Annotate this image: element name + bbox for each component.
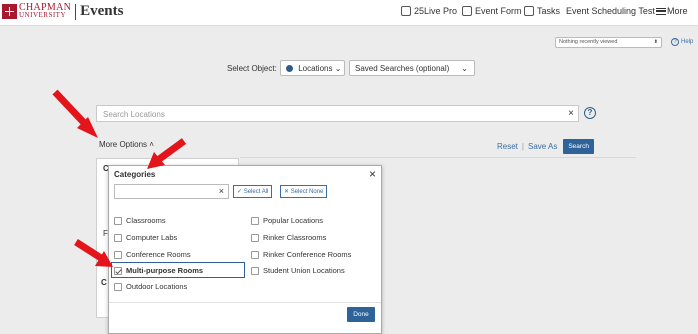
nav-more-label: More [667, 6, 688, 16]
recently-viewed-value: Nothing recently viewed [559, 39, 618, 45]
annotation-arrow-more-options [52, 89, 98, 138]
brand-logo[interactable]: CHAPMAN UNIVERSITY Events [2, 3, 123, 20]
search-button[interactable]: Search [563, 139, 594, 154]
brand-wordmark: CHAPMAN UNIVERSITY [19, 2, 72, 19]
nav-25live-pro[interactable]: 25Live Pro [401, 6, 457, 16]
search-help-icon[interactable]: ? [584, 107, 596, 119]
chevron-down-icon: ⌄ [334, 64, 342, 73]
help-label: Help [681, 39, 694, 45]
brand-line2: UNIVERSITY [19, 11, 66, 19]
recently-viewed-select[interactable]: Nothing recently viewed ⬍ [555, 37, 662, 48]
category-rinker-conference-rooms[interactable]: Rinker Conference Rooms [251, 250, 351, 259]
help-link[interactable]: ? Help [671, 38, 693, 46]
brand-separator [75, 3, 77, 20]
saved-searches-value: Saved Searches (optional) [355, 64, 450, 73]
category-label: Conference Rooms [126, 250, 191, 259]
checkbox[interactable] [114, 250, 122, 259]
x-icon: ✕ [284, 189, 291, 195]
chevron-down-icon: ⌄ [461, 64, 468, 73]
nav-event-form[interactable]: Event Form [462, 6, 522, 16]
done-button[interactable]: Done [347, 307, 375, 322]
category-label: Outdoor Locations [126, 282, 188, 291]
search-placeholder: Search Locations [103, 110, 165, 119]
nav-pro-label: 25Live Pro [414, 6, 458, 16]
category-popular-locations[interactable]: Popular Locations [251, 216, 323, 225]
category-conference-rooms[interactable]: Conference Rooms [114, 250, 191, 259]
category-label: Computer Labs [126, 233, 178, 242]
modal-footer-divider [109, 302, 381, 303]
category-label: Multi-purpose Rooms [126, 266, 204, 275]
saved-searches-dropdown[interactable]: Saved Searches (optional) ⌄ [349, 60, 475, 76]
nav-more[interactable]: More [656, 6, 688, 16]
close-icon[interactable]: × [369, 167, 376, 181]
search-locations-input[interactable]: Search Locations × [96, 105, 579, 122]
category-label: Popular Locations [263, 216, 324, 225]
category-computer-labs[interactable]: Computer Labs [114, 233, 177, 242]
checkbox[interactable] [251, 250, 259, 259]
action-separator: | [521, 142, 524, 151]
panel-peek-text: C [101, 278, 107, 287]
checkbox[interactable] [251, 266, 259, 275]
checkbox[interactable] [251, 233, 259, 242]
category-label: Rinker Conference Rooms [263, 250, 352, 259]
object-type-dropdown[interactable]: Locations ⌄ [280, 60, 345, 76]
location-globe-icon [286, 65, 293, 72]
categories-modal: Categories × × ✓ Select All ✕ Select Non… [108, 165, 382, 334]
nav-tasks-label: Tasks [537, 6, 561, 16]
category-multi-purpose-rooms[interactable]: Multi-purpose Rooms [114, 266, 203, 275]
check-icon: ✓ [237, 189, 244, 195]
category-label: Student Union Locations [263, 266, 345, 275]
calendar-icon [401, 6, 411, 16]
clear-filter-icon[interactable]: × [219, 186, 224, 196]
category-label: Classrooms [126, 216, 166, 225]
brand-line1: CHAPMAN [19, 2, 72, 13]
select-none-button[interactable]: ✕ Select None [280, 185, 328, 198]
modal-title: Categories [114, 170, 156, 179]
top-bar: CHAPMAN UNIVERSITY Events 25Live Pro Eve… [0, 0, 698, 26]
more-options-toggle[interactable]: More Options ˄ [99, 140, 154, 149]
nav-user-label: Event Scheduling Test [566, 6, 655, 16]
category-outdoor-locations[interactable]: Outdoor Locations [114, 282, 187, 291]
select-none-label: Select None [290, 189, 324, 195]
select-object-label: Select Object: [227, 64, 277, 73]
checkbox-checked[interactable] [114, 266, 122, 275]
options-divider [240, 157, 636, 158]
object-type-value: Locations [298, 64, 333, 73]
checkbox[interactable] [251, 216, 259, 225]
edit-form-icon [462, 6, 472, 16]
nav-tasks[interactable]: Tasks [524, 6, 560, 16]
checkbox[interactable] [114, 233, 122, 242]
nav-user-menu[interactable]: Event Scheduling Test [566, 6, 655, 16]
chapman-crest-icon [2, 4, 17, 19]
select-all-button[interactable]: ✓ Select All [233, 185, 273, 198]
hamburger-menu-icon [656, 7, 666, 15]
save-as-link[interactable]: Save As [528, 142, 557, 151]
updown-caret-icon: ⬍ [653, 39, 658, 45]
category-student-union-locations[interactable]: Student Union Locations [251, 266, 345, 275]
checkbox[interactable] [114, 216, 122, 225]
more-options-label: More Options [99, 140, 148, 149]
chevron-up-icon: ˄ [149, 140, 154, 149]
category-label: Rinker Classrooms [263, 233, 327, 242]
category-filter-input[interactable]: × [114, 184, 229, 199]
select-all-label: Select All [243, 189, 269, 195]
category-classrooms[interactable]: Classrooms [114, 216, 166, 225]
search-actions: Reset | Save As Search [497, 139, 594, 154]
reset-link[interactable]: Reset [497, 142, 518, 151]
app-name: Events [80, 3, 124, 19]
tasks-icon [524, 6, 534, 16]
help-circle-icon: ? [671, 38, 679, 46]
nav-event-form-label: Event Form [475, 6, 522, 16]
clear-search-icon[interactable]: × [568, 108, 574, 119]
category-rinker-classrooms[interactable]: Rinker Classrooms [251, 233, 326, 242]
checkbox[interactable] [114, 282, 122, 291]
